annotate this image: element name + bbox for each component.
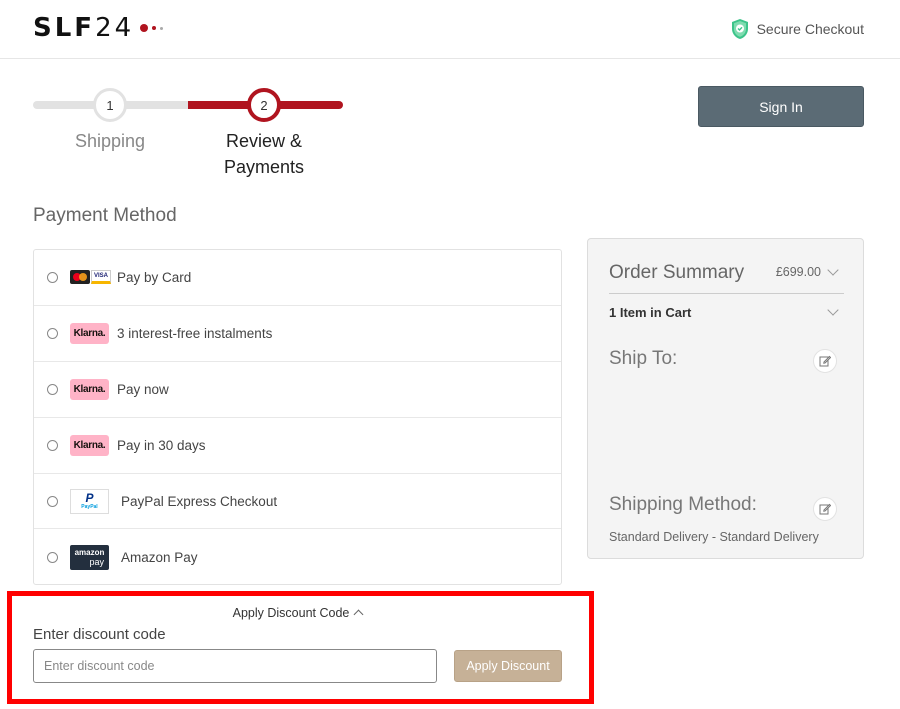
- discount-field-label: Enter discount code: [33, 626, 166, 643]
- sign-in-button[interactable]: Sign In: [698, 86, 864, 127]
- step-2-circle: 2: [247, 88, 281, 122]
- chevron-down-icon[interactable]: [827, 304, 839, 316]
- payment-option-klarna-pay-now[interactable]: Klarna. Pay now: [34, 362, 561, 418]
- step-shipping-label[interactable]: Shipping: [35, 128, 185, 154]
- payment-option-klarna-30-days[interactable]: Klarna. Pay in 30 days: [34, 418, 561, 474]
- secure-checkout-badge: Secure Checkout: [731, 18, 864, 40]
- amazon-pay-icon: amazon pay: [70, 544, 109, 570]
- mastercard-icon: [70, 270, 90, 285]
- pencil-icon: [819, 355, 831, 367]
- discount-code-input[interactable]: [33, 649, 437, 683]
- pencil-icon: [819, 503, 831, 515]
- payment-option-label: Pay in 30 days: [117, 437, 206, 453]
- shipping-method-heading: Shipping Method:: [609, 494, 757, 515]
- logo-text: SLF24: [33, 13, 135, 43]
- items-in-cart[interactable]: 1 Item in Cart: [609, 305, 691, 320]
- edit-shipping-method-button[interactable]: [813, 497, 837, 521]
- klarna-icon: Klarna.: [70, 434, 109, 456]
- radio-button[interactable]: [47, 495, 58, 507]
- radio-button[interactable]: [47, 271, 58, 283]
- divider: [609, 293, 844, 294]
- payment-option-label: Pay by Card: [117, 269, 192, 285]
- radio-button[interactable]: [47, 551, 58, 563]
- paypal-icon: P PayPal: [70, 488, 109, 514]
- payment-option-label: Pay now: [117, 381, 169, 397]
- payment-option-card[interactable]: VISA Pay by Card: [34, 250, 561, 306]
- payment-option-label: Amazon Pay: [121, 549, 198, 565]
- radio-button[interactable]: [47, 327, 58, 339]
- apply-discount-toggle[interactable]: Apply Discount Code: [33, 606, 562, 620]
- shield-check-icon: [731, 19, 748, 39]
- chevron-down-icon[interactable]: [827, 264, 839, 276]
- ship-to-heading: Ship To:: [609, 348, 678, 369]
- order-summary-title[interactable]: Order Summary: [609, 262, 744, 284]
- logo-dots-icon: [140, 24, 164, 32]
- apply-discount-button[interactable]: Apply Discount: [454, 650, 562, 682]
- checkout-progress: 1 2 Shipping Review & Payments: [33, 86, 343, 186]
- payment-method-list: VISA Pay by Card Klarna. 3 interest-free…: [33, 249, 562, 585]
- site-logo[interactable]: SLF24: [33, 13, 164, 43]
- edit-ship-to-button[interactable]: [813, 349, 837, 373]
- card-logos-icon: VISA: [70, 270, 111, 285]
- step-1-circle[interactable]: 1: [93, 88, 127, 122]
- payment-method-title: Payment Method: [33, 205, 177, 226]
- secure-checkout-text: Secure Checkout: [756, 21, 864, 37]
- klarna-icon: Klarna.: [70, 322, 109, 344]
- chevron-up-icon: [353, 609, 364, 620]
- order-total: £699.00: [775, 265, 821, 279]
- payment-option-label: PayPal Express Checkout: [121, 493, 278, 509]
- klarna-icon: Klarna.: [70, 378, 109, 400]
- visa-icon: VISA: [91, 270, 111, 285]
- radio-button[interactable]: [47, 383, 58, 395]
- payment-option-amazon-pay[interactable]: amazon pay Amazon Pay: [34, 529, 561, 585]
- payment-option-klarna-instalments[interactable]: Klarna. 3 interest-free instalments: [34, 306, 561, 362]
- payment-option-paypal[interactable]: P PayPal PayPal Express Checkout: [34, 474, 561, 530]
- step-review-label: Review & Payments: [223, 131, 305, 177]
- radio-button[interactable]: [47, 439, 58, 451]
- payment-option-label: 3 interest-free instalments: [117, 325, 273, 341]
- discount-section: Apply Discount Code Enter discount code …: [33, 597, 562, 697]
- order-summary-panel: Order Summary £699.00 1 Item in Cart Shi…: [587, 238, 864, 559]
- shipping-method-value: Standard Delivery - Standard Delivery: [609, 530, 819, 544]
- page-header: SLF24 Secure Checkout: [0, 0, 900, 59]
